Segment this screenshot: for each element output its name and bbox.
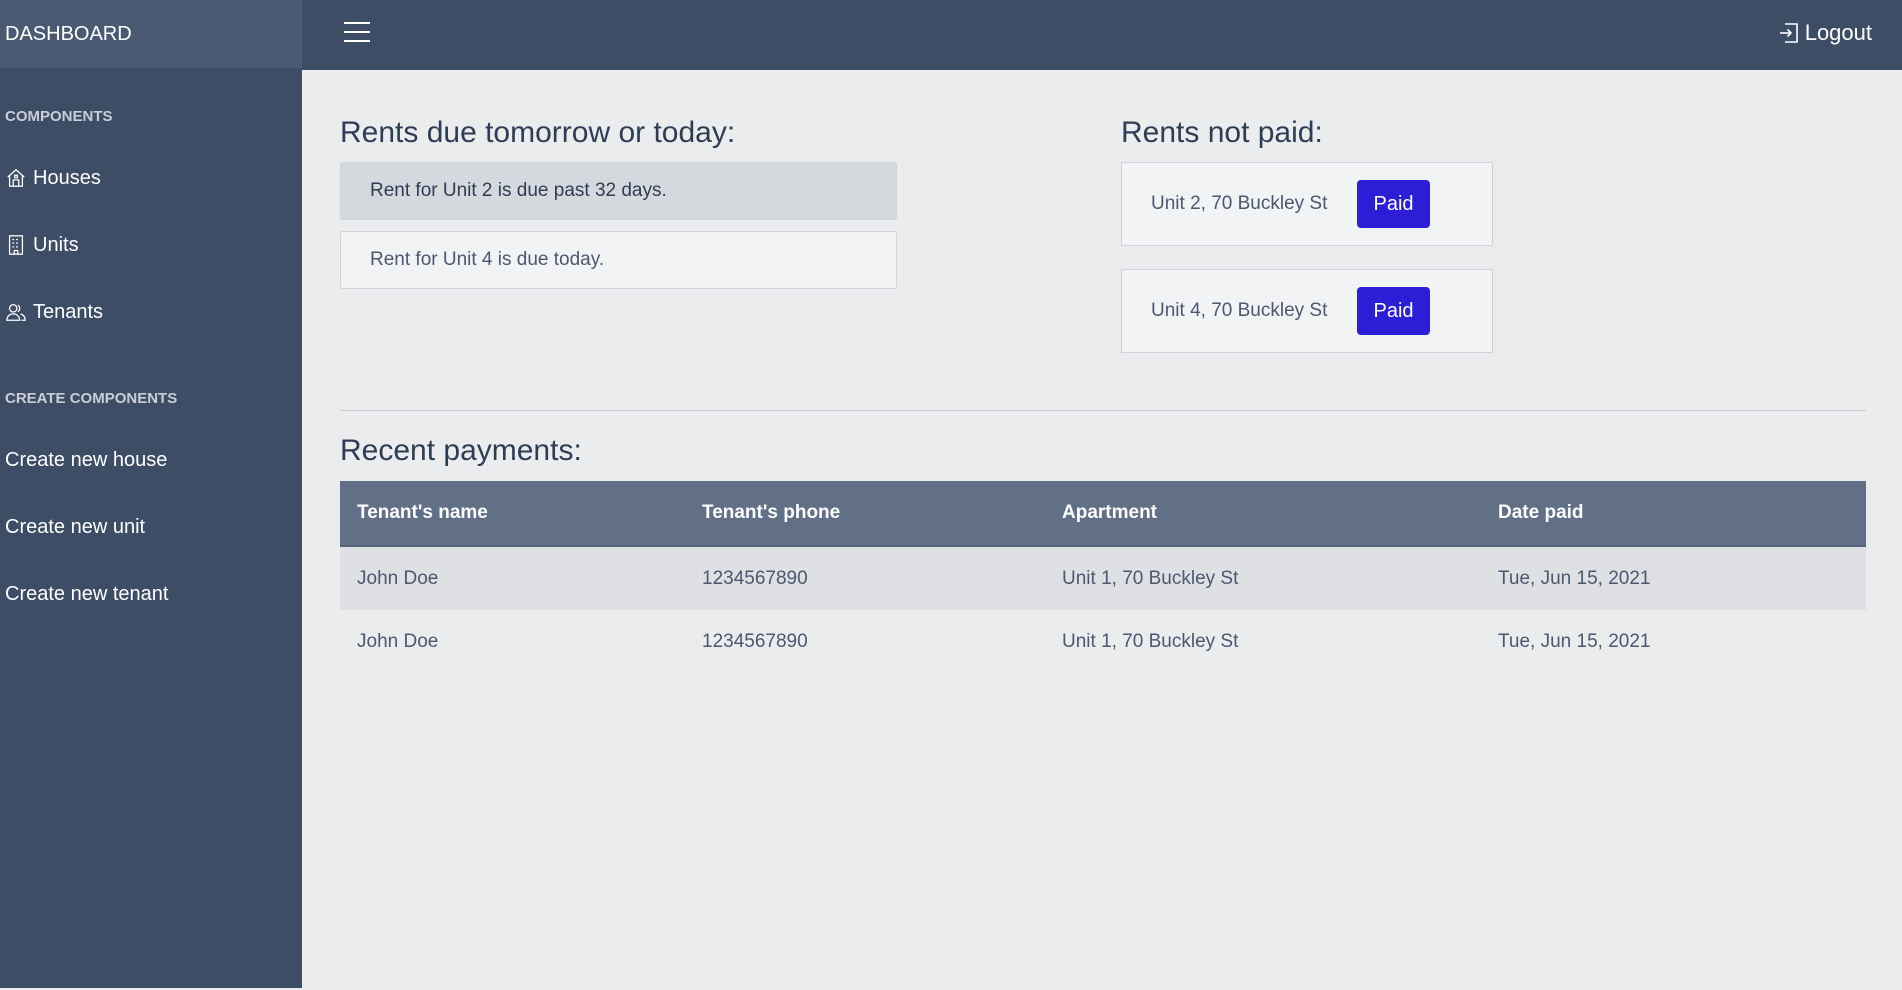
due-list-item[interactable]: Rent for Unit 2 is due past 32 days. xyxy=(340,162,897,220)
sidebar-item-label: Units xyxy=(33,233,79,256)
sidebar: DASHBOARD COMPONENTS Houses Units Tenant… xyxy=(0,0,302,988)
cell-tenant-phone: 1234567890 xyxy=(702,631,808,652)
section-divider xyxy=(340,410,1866,411)
rents-not-paid-title: Rents not paid: xyxy=(1121,116,1323,149)
paid-button[interactable]: Paid xyxy=(1357,287,1430,335)
recent-payments-title: Recent payments: xyxy=(340,434,582,467)
recent-payments-table: Tenant's name Tenant's phone Apartment D… xyxy=(340,481,1866,674)
house-icon xyxy=(5,167,27,189)
sidebar-item-label: Tenants xyxy=(33,300,104,323)
column-header-tenant-phone[interactable]: Tenant's phone xyxy=(685,481,1045,547)
cell-apartment: Unit 1, 70 Buckley St xyxy=(1062,567,1239,589)
unpaid-unit-label: Unit 2, 70 Buckley St xyxy=(1151,193,1328,214)
logout-button[interactable]: Logout xyxy=(1777,20,1872,46)
cell-tenant-phone: 1234567890 xyxy=(702,567,808,589)
sidebar-item-create-tenant[interactable]: Create new tenant xyxy=(0,574,302,614)
sidebar-item-create-house[interactable]: Create new house xyxy=(0,440,302,480)
cell-tenant-name: John Doe xyxy=(357,631,439,652)
sidebar-item-create-unit[interactable]: Create new unit xyxy=(0,507,302,547)
create-components-heading: CREATE COMPONENTS xyxy=(5,390,178,407)
column-header-tenant-name[interactable]: Tenant's name xyxy=(340,481,685,547)
column-header-apartment[interactable]: Apartment xyxy=(1045,481,1481,547)
hamburger-icon[interactable] xyxy=(344,22,370,46)
sidebar-item-label: Houses xyxy=(33,166,101,189)
top-bar: Logout xyxy=(302,0,1902,70)
table-row: John Doe 1234567890 Unit 1, 70 Buckley S… xyxy=(340,546,1866,610)
unpaid-card: Unit 2, 70 Buckley St Paid xyxy=(1121,162,1493,246)
unpaid-unit-label: Unit 4, 70 Buckley St xyxy=(1151,300,1328,321)
table-row: John Doe 1234567890 Unit 1, 70 Buckley S… xyxy=(340,610,1866,674)
people-icon xyxy=(5,301,27,323)
main-content: Rents due tomorrow or today: Rent for Un… xyxy=(302,70,1902,988)
building-icon xyxy=(5,234,27,256)
sidebar-item-units[interactable]: Units xyxy=(0,225,302,265)
column-header-date-paid[interactable]: Date paid xyxy=(1481,481,1866,547)
sidebar-item-houses[interactable]: Houses xyxy=(0,158,302,198)
paid-button[interactable]: Paid xyxy=(1357,180,1430,228)
table-header-row: Tenant's name Tenant's phone Apartment D… xyxy=(340,481,1866,547)
sidebar-item-tenants[interactable]: Tenants xyxy=(0,292,302,332)
brand-title[interactable]: DASHBOARD xyxy=(0,0,302,68)
components-heading: COMPONENTS xyxy=(5,108,113,125)
logout-label: Logout xyxy=(1804,20,1872,45)
cell-apartment: Unit 1, 70 Buckley St xyxy=(1062,631,1239,652)
cell-date-paid: Tue, Jun 15, 2021 xyxy=(1498,567,1651,589)
logout-icon xyxy=(1779,23,1798,43)
rents-due-title: Rents due tomorrow or today: xyxy=(340,116,736,149)
cell-date-paid: Tue, Jun 15, 2021 xyxy=(1498,631,1651,652)
unpaid-card: Unit 4, 70 Buckley St Paid xyxy=(1121,269,1493,353)
due-list-item[interactable]: Rent for Unit 4 is due today. xyxy=(340,231,897,289)
cell-tenant-name: John Doe xyxy=(357,567,439,589)
